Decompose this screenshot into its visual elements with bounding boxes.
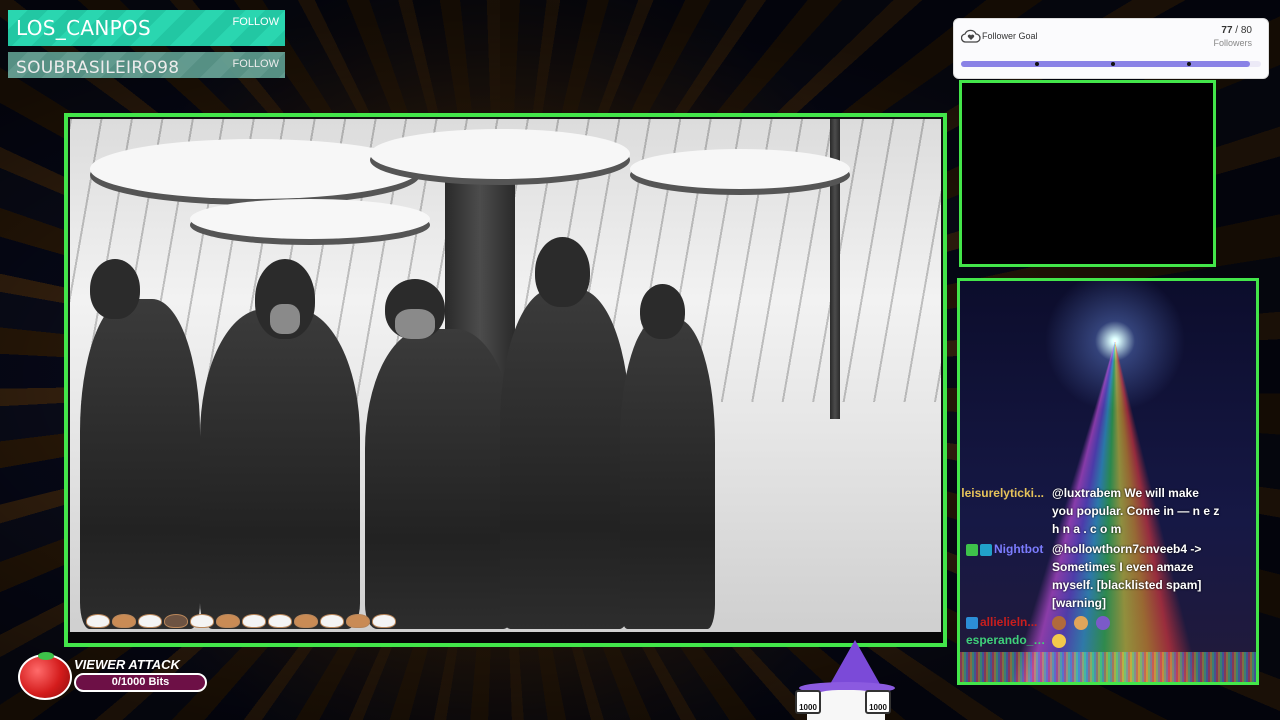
bot-badge-icon	[980, 543, 992, 556]
soldier-head	[90, 259, 140, 319]
follow-alert-name: SOUBRASILEIRO98	[16, 58, 180, 78]
moderator-badge-icon	[966, 543, 978, 556]
follow-alert-2: SOUBRASILEIRO98 FOLLOW	[8, 52, 285, 78]
progress-tick	[1035, 62, 1039, 66]
chat-message: allielieln...	[960, 613, 1255, 631]
bits-box-left: 1000	[795, 690, 821, 714]
emote-icon	[1096, 615, 1110, 630]
follower-goal-separator: /	[1232, 25, 1241, 36]
viewer-attack-title: VIEWER ATTACK	[74, 657, 180, 672]
soldier-head	[640, 284, 685, 339]
chat-text: @luxtrabem We will make you popular. Com…	[1052, 486, 1220, 536]
progress-tick	[1111, 62, 1115, 66]
follower-goal-current: 77	[1221, 25, 1233, 36]
follower-goal-count: 77 / 80	[1221, 25, 1252, 36]
pet-sprite	[294, 614, 318, 628]
subscriber-badge-icon	[966, 616, 978, 629]
pet-sprite	[372, 614, 396, 628]
emote-icon	[1052, 633, 1066, 648]
pet-sprite	[320, 614, 344, 628]
wizard-hat	[829, 640, 881, 686]
follow-alert-1: LOS_CANPOS FOLLOW	[8, 10, 285, 46]
chat-username[interactable]: Nightbot	[994, 542, 1043, 556]
emote-icon	[1074, 615, 1088, 630]
chat-emotes	[1052, 613, 1222, 631]
pet-sprite	[164, 614, 188, 628]
follow-alert-action: FOLLOW	[232, 58, 279, 70]
tomato-leaf	[38, 652, 54, 660]
pet-parade	[86, 614, 396, 628]
chat-user-block: Nightbot	[966, 540, 1050, 558]
soldier-figure	[80, 299, 200, 629]
follow-alert-action: FOLLOW	[232, 16, 279, 28]
follower-goal-progress-fill	[961, 61, 1250, 67]
tomato-icon	[18, 654, 72, 700]
chat-emotes	[1052, 631, 1222, 649]
cloud-heart-icon	[961, 29, 981, 43]
soldier-face	[270, 304, 300, 334]
webcam-frame	[959, 80, 1216, 267]
chat-text: @hollowthorn7cnveeb4 -> Sometimes I even…	[1052, 542, 1202, 610]
sparkle-floor	[960, 652, 1256, 682]
pet-sprite	[86, 614, 110, 628]
pet-sprite	[112, 614, 136, 628]
follower-goal-target: 80	[1240, 25, 1252, 36]
progress-tick	[1187, 62, 1191, 66]
snow-branch	[370, 129, 630, 179]
follower-goal-label: Follower Goal	[982, 31, 1038, 41]
follower-goal-unit: Followers	[1213, 38, 1252, 48]
snow-branch	[90, 139, 420, 199]
soldier-face	[395, 309, 435, 339]
snow-branch	[190, 199, 430, 239]
viewer-attack-widget: VIEWER ATTACK 0/1000 Bits	[16, 652, 207, 700]
follower-goal-progress-track	[961, 61, 1261, 67]
soldier-figure	[365, 329, 515, 629]
wizard-cat-mascot: 1000 1000	[785, 640, 915, 720]
bits-box-right: 1000	[865, 690, 891, 714]
soldier-figure	[500, 289, 630, 629]
chat-message: Nightbot @hollowthorn7cnveeb4 -> Sometim…	[960, 540, 1255, 612]
chat-panel[interactable]: leisurelyticki... @luxtrabem We will mak…	[957, 278, 1259, 685]
emote-icon	[1052, 615, 1066, 630]
pet-sprite	[190, 614, 214, 628]
chat-username[interactable]: allielieln...	[980, 615, 1037, 629]
stream-video[interactable]	[70, 119, 941, 634]
follow-alert-name: LOS_CANPOS	[16, 16, 151, 40]
pet-sprite	[216, 614, 240, 628]
chat-user-block: allielieln...	[966, 613, 1050, 631]
chat-username[interactable]: esperando_s...	[966, 631, 1050, 649]
pet-sprite	[346, 614, 370, 628]
pet-sprite	[242, 614, 266, 628]
chat-username[interactable]: leisurelyticki...	[960, 484, 1044, 502]
chat-message: leisurelyticki... @luxtrabem We will mak…	[960, 484, 1255, 540]
viewer-attack-progress: 0/1000 Bits	[74, 673, 207, 692]
soldier-figure	[200, 309, 360, 629]
chat-message: esperando_s...	[960, 631, 1255, 649]
main-stream-frame	[64, 113, 947, 647]
soldier-head	[535, 237, 590, 307]
pet-sprite	[138, 614, 162, 628]
soldier-figure	[620, 319, 715, 629]
follower-goal-widget: Follower Goal 77 / 80 Followers	[953, 18, 1269, 79]
pet-sprite	[268, 614, 292, 628]
snow-branch	[630, 149, 850, 189]
